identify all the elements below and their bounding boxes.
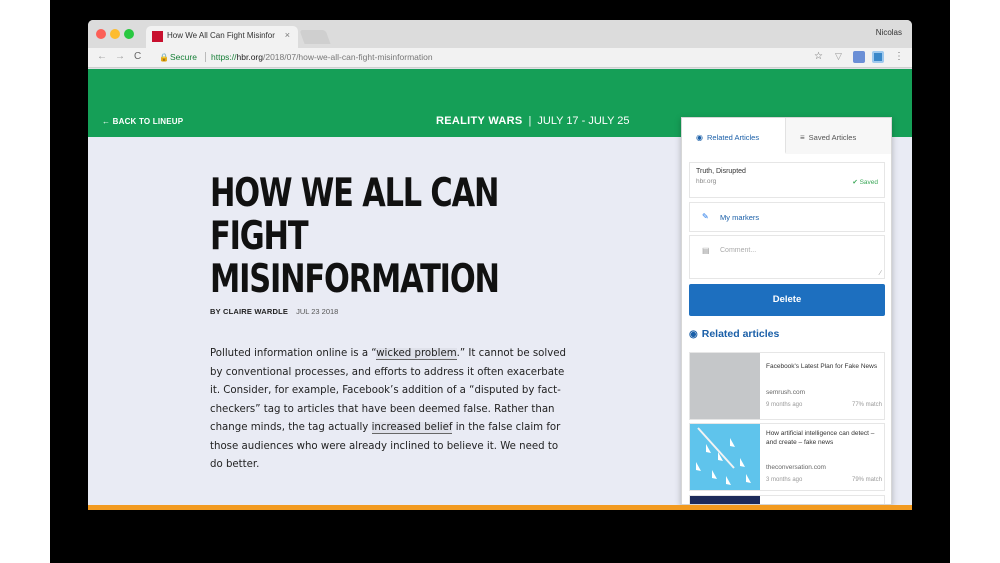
title-bar: How We All Can Fight Misinfor × Nicolas xyxy=(88,20,912,48)
related-eye-icon: ◉ xyxy=(696,133,703,142)
browser-toolbar: ← → C 🔒 Secure https://hbr.org/2018/07/h… xyxy=(88,48,912,68)
related-article-card[interactable] xyxy=(689,495,885,504)
cursor-swarm-illustration xyxy=(696,427,751,485)
comment-placeholder: Comment... xyxy=(720,247,757,254)
shield-extension-icon[interactable]: ▽ xyxy=(835,51,842,62)
headline-line: MISINFORMATION xyxy=(210,257,500,302)
maximize-window-button[interactable] xyxy=(124,29,134,39)
related-article-card[interactable]: How artificial intelligence can detect –… xyxy=(689,423,885,491)
section-title: REALITY WARS | JULY 17 - JULY 25 xyxy=(436,115,630,127)
bookmark-star-icon[interactable]: ☆ xyxy=(814,51,823,62)
tab-close-icon[interactable]: × xyxy=(285,30,290,40)
article-host: semrush.com xyxy=(766,389,806,396)
markers-label: My markers xyxy=(720,213,760,222)
section-dates: JULY 17 - JULY 25 xyxy=(537,115,630,127)
hbr-favicon-icon xyxy=(152,31,163,42)
menu-dots-icon[interactable]: ⋮ xyxy=(894,51,904,62)
wicked-problem-link[interactable]: wicked problem xyxy=(376,348,457,360)
article-title: Facebook's Latest Plan for Fake News xyxy=(766,363,878,370)
article-age: 9 months ago xyxy=(766,402,803,408)
article-age: 3 months ago xyxy=(766,477,803,483)
forward-button[interactable]: → xyxy=(115,51,125,62)
list-icon: ≡ xyxy=(800,133,805,142)
tab-saved-articles[interactable]: ≡ Saved Articles xyxy=(786,118,891,154)
back-to-lineup-link[interactable]: ← BACK TO LINEUP xyxy=(102,117,183,126)
tab-related-articles[interactable]: ◉ Related Articles xyxy=(682,118,786,154)
url-host: hbr.org xyxy=(236,52,263,62)
comment-icon: ▤ xyxy=(702,246,710,255)
article-meta: 9 months ago 77% match xyxy=(766,402,882,408)
article-page: ← BACK TO LINEUP REALITY WARS | JULY 17 - … xyxy=(88,69,912,505)
reload-button[interactable]: C xyxy=(134,51,141,62)
tab-title: How We All Can Fight Misinfor xyxy=(167,31,275,40)
article-thumbnail xyxy=(690,353,760,419)
related-heading-label: Related articles xyxy=(701,328,780,340)
increased-belief-link[interactable]: increased belief xyxy=(371,422,453,434)
security-label: Secure xyxy=(170,52,197,62)
minimize-window-button[interactable] xyxy=(110,29,120,39)
article-body: Polluted information online is a “wicked… xyxy=(210,345,570,475)
url-path: /2018/07/how-we-all-can-fight-misinforma… xyxy=(262,52,433,62)
url-scheme: https:// xyxy=(211,52,237,62)
article-meta: 3 months ago 79% match xyxy=(766,477,882,483)
headline-line: FIGHT xyxy=(210,214,309,259)
comment-field[interactable]: ▤ Comment... ∕ xyxy=(689,235,885,279)
article-title: How artificial intelligence can detect –… xyxy=(766,430,875,446)
tab-label: Related Articles xyxy=(706,133,760,142)
extension-grid-icon[interactable] xyxy=(853,51,865,63)
publish-date: JUL 23 2018 xyxy=(296,307,339,316)
my-markers-button[interactable]: ✎ My markers xyxy=(689,202,885,232)
close-window-button[interactable] xyxy=(96,29,106,39)
address-separator xyxy=(205,52,206,62)
article-headline: HOW WE ALL CAN FIGHT MISINFORMATION xyxy=(210,172,538,301)
saved-article-host: hbr.org xyxy=(696,178,717,185)
section-name: REALITY WARS xyxy=(436,115,523,127)
popup-tabs: ≡ Saved Articles ◉ Related Articles xyxy=(682,118,891,154)
saved-status: ✔ Saved xyxy=(852,179,878,186)
marker-pen-icon: ✎ xyxy=(702,212,709,221)
saved-article-title: Truth, Disrupted xyxy=(696,168,746,175)
back-button[interactable]: ← xyxy=(97,51,107,62)
delete-button[interactable]: Delete xyxy=(689,284,885,316)
url-text: https://hbr.org/2018/07/how-we-all-can-f… xyxy=(211,52,433,62)
body-text: Polluted information online is a “ xyxy=(210,348,377,359)
resize-grip-icon[interactable]: ∕ xyxy=(880,270,881,277)
related-article-card[interactable]: Facebook's Latest Plan for Fake News sem… xyxy=(689,352,885,420)
lock-icon: 🔒 xyxy=(159,53,169,62)
article-host: theconversation.com xyxy=(766,464,826,471)
byline: BY CLAIRE WARDLE JUL 23 2018 xyxy=(210,307,338,316)
new-tab-button[interactable] xyxy=(299,30,331,44)
headline-line: HOW WE ALL CAN xyxy=(210,171,499,216)
section-separator: | xyxy=(528,115,532,127)
browser-tab[interactable]: How We All Can Fight Misinfor × xyxy=(146,26,298,48)
article-match: 79% match xyxy=(851,477,882,483)
article-match: 77% match xyxy=(851,402,882,408)
browser-window: How We All Can Fight Misinfor × Nicolas … xyxy=(88,20,912,510)
profile-name[interactable]: Nicolas xyxy=(876,28,902,37)
address-bar[interactable]: 🔒 Secure https://hbr.org/2018/07/how-we-… xyxy=(148,50,808,65)
author-name[interactable]: BY CLAIRE WARDLE xyxy=(210,307,288,316)
related-eye-icon: ◉ xyxy=(689,329,698,340)
tab-label: Saved Articles xyxy=(808,133,857,142)
article-thumbnail xyxy=(690,424,760,490)
body-text: .” It cannot be solved by conventional p… xyxy=(210,348,566,433)
extension-popup: ≡ Saved Articles ◉ Related Articles Truth,… xyxy=(681,117,892,505)
article-thumbnail xyxy=(690,496,760,504)
page-footer-stripe xyxy=(88,505,912,510)
related-articles-extension-icon[interactable] xyxy=(872,51,884,63)
related-articles-heading: ◉ Related articles xyxy=(689,328,779,340)
saved-article-card[interactable]: Truth, Disrupted hbr.org ✔ Saved xyxy=(689,162,885,198)
